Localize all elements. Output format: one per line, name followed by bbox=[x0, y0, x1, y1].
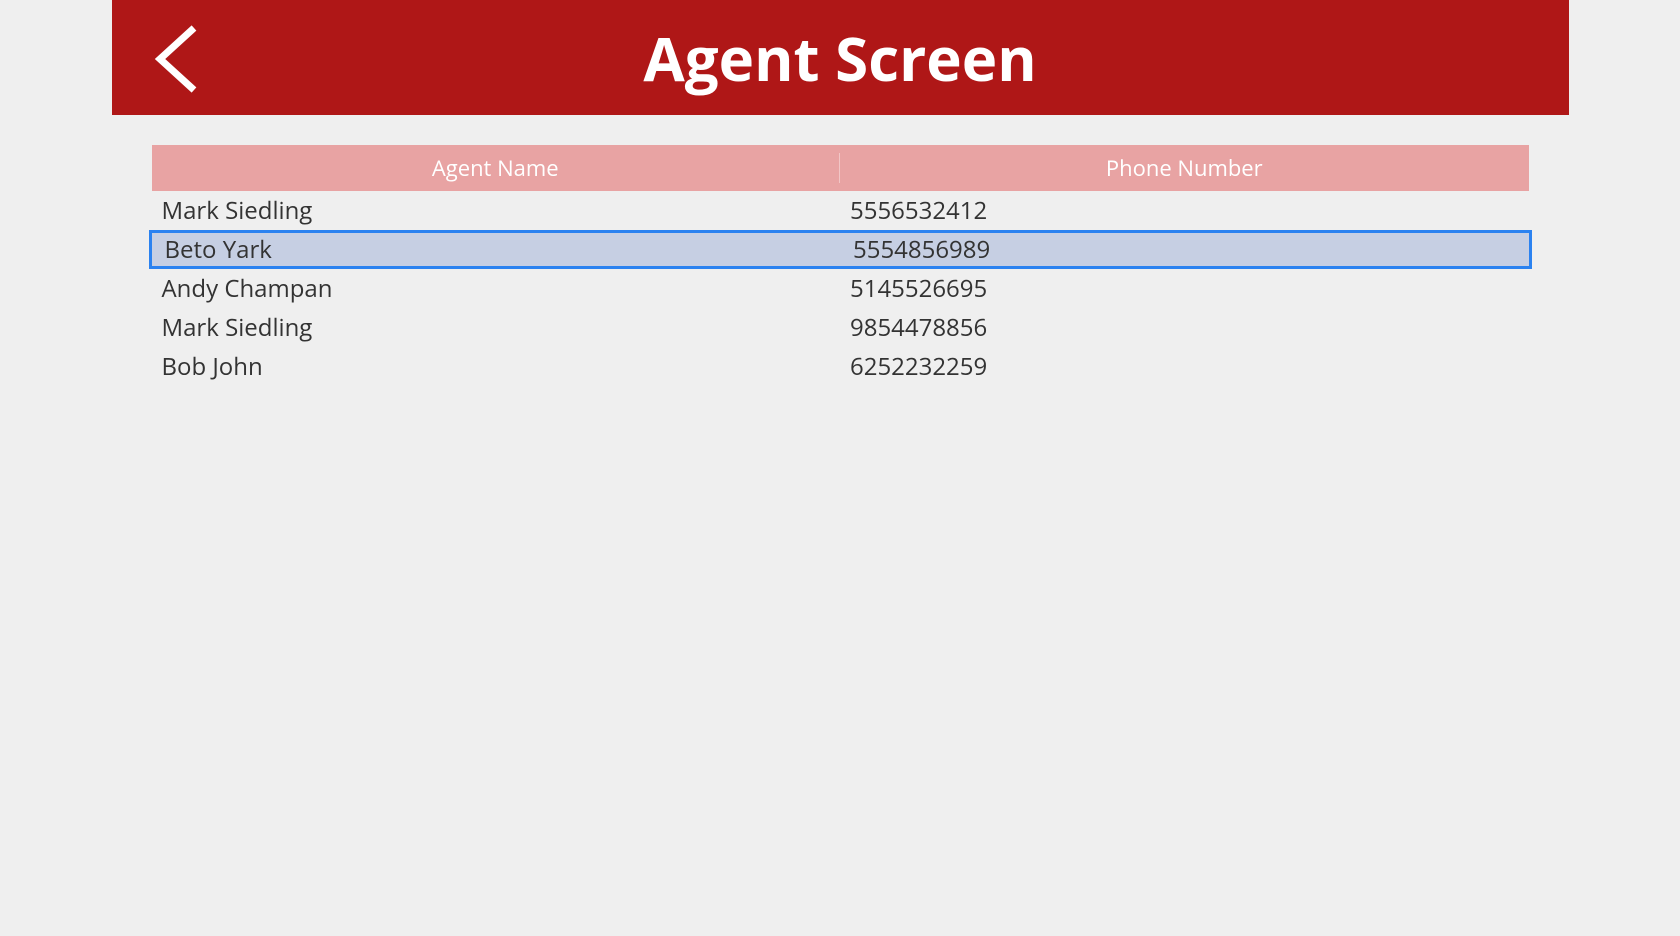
back-button[interactable] bbox=[152, 24, 200, 94]
page-title: Agent Screen bbox=[112, 17, 1569, 99]
column-header-agent-name[interactable]: Agent Name bbox=[152, 153, 841, 183]
agent-screen: Agent Screen Agent Name Phone Number Mar… bbox=[112, 0, 1569, 820]
table-row[interactable]: Andy Champan 5145526695 bbox=[152, 269, 1529, 308]
table-row[interactable]: Beto Yark 5554856989 bbox=[149, 230, 1532, 269]
phone-cell: 5145526695 bbox=[840, 272, 1529, 305]
agent-name-cell: Bob John bbox=[152, 350, 841, 383]
table-row[interactable]: Bob John 6252232259 bbox=[152, 347, 1529, 386]
agent-name-cell: Beto Yark bbox=[152, 233, 841, 266]
table-row[interactable]: Mark Siedling 5556532412 bbox=[152, 191, 1529, 230]
table-row[interactable]: Mark Siedling 9854478856 bbox=[152, 308, 1529, 347]
table-header-row: Agent Name Phone Number bbox=[152, 145, 1529, 191]
header-bar: Agent Screen bbox=[112, 0, 1569, 115]
phone-cell: 5554856989 bbox=[840, 233, 1529, 266]
content-area: Agent Name Phone Number Mark Siedling 55… bbox=[112, 115, 1569, 386]
phone-cell: 5556532412 bbox=[840, 194, 1529, 227]
agent-name-cell: Mark Siedling bbox=[152, 194, 841, 227]
agent-name-cell: Andy Champan bbox=[152, 272, 841, 305]
phone-cell: 6252232259 bbox=[840, 350, 1529, 383]
column-header-phone-number[interactable]: Phone Number bbox=[840, 153, 1529, 183]
agent-name-cell: Mark Siedling bbox=[152, 311, 841, 344]
phone-cell: 9854478856 bbox=[840, 311, 1529, 344]
chevron-left-icon bbox=[152, 24, 200, 94]
table-body: Mark Siedling 5556532412 Beto Yark 55548… bbox=[152, 191, 1529, 386]
